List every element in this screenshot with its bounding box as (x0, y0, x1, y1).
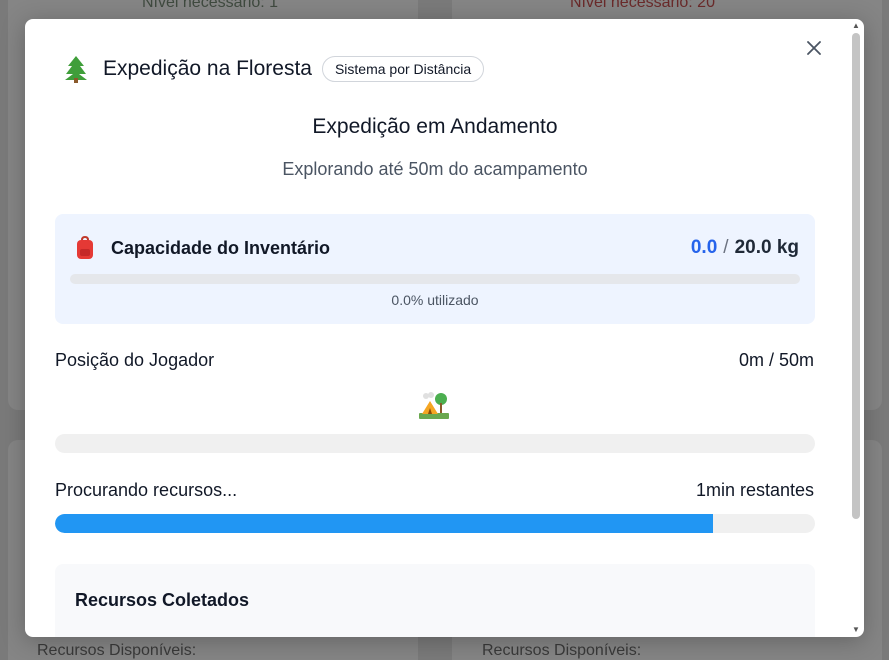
inventory-current-weight: 0.0 (690, 237, 718, 258)
background-required-level-locked: Nível necessário: 20 (570, 0, 715, 11)
search-status-label: Procurando recursos... (55, 480, 238, 500)
collected-resources-panel: Recursos Coletados (55, 564, 815, 637)
expedition-modal: ▲ ▼ Expedição na Floresta Sistema por Di… (25, 19, 864, 637)
backpack-icon (77, 236, 93, 259)
close-icon (807, 41, 821, 55)
tree-icon (65, 56, 87, 83)
scroll-up-arrow[interactable]: ▲ (852, 21, 860, 31)
inventory-max-weight: 20.0 kg (734, 237, 799, 258)
inventory-used-percent: 0.0% utilizado (391, 292, 479, 308)
search-progress-fill (55, 514, 714, 533)
inventory-capacity: 0.0/20.0 kg (691, 237, 799, 259)
expedition-status-title: Expedição em Andamento (312, 115, 558, 138)
modal-title: Expedição na Floresta (103, 57, 312, 80)
player-position-track (55, 434, 815, 453)
inventory-title: Capacidade do Inventário (111, 238, 331, 258)
inventory-progress-bar (70, 274, 800, 284)
close-button[interactable] (804, 38, 824, 58)
scrollbar-thumb[interactable] (852, 33, 860, 519)
background-available-resources: Recursos Disponíveis: (482, 642, 642, 659)
expedition-subtitle: Explorando até 50m do acampamento (282, 159, 588, 179)
mode-badge: Sistema por Distância (321, 56, 485, 82)
scroll-down-arrow[interactable]: ▼ (852, 625, 860, 635)
background-available-resources: Recursos Disponíveis: (37, 642, 197, 659)
modal-header: Expedição na Floresta Sistema por Distân… (63, 55, 485, 83)
player-position-value: 0m / 50m (738, 350, 814, 370)
inventory-panel: Capacidade do Inventário 0.0/20.0 kg 0.0… (55, 214, 815, 324)
search-progress-bar (55, 514, 815, 533)
player-position-label: Posição do Jogador (55, 350, 215, 370)
collected-resources-title: Recursos Coletados (75, 590, 250, 610)
camping-icon (419, 392, 449, 419)
inventory-separator: / (723, 237, 729, 258)
background-required-level: Nível necessário: 1 (142, 0, 279, 11)
search-time-remaining: 1min restantes (695, 480, 814, 500)
